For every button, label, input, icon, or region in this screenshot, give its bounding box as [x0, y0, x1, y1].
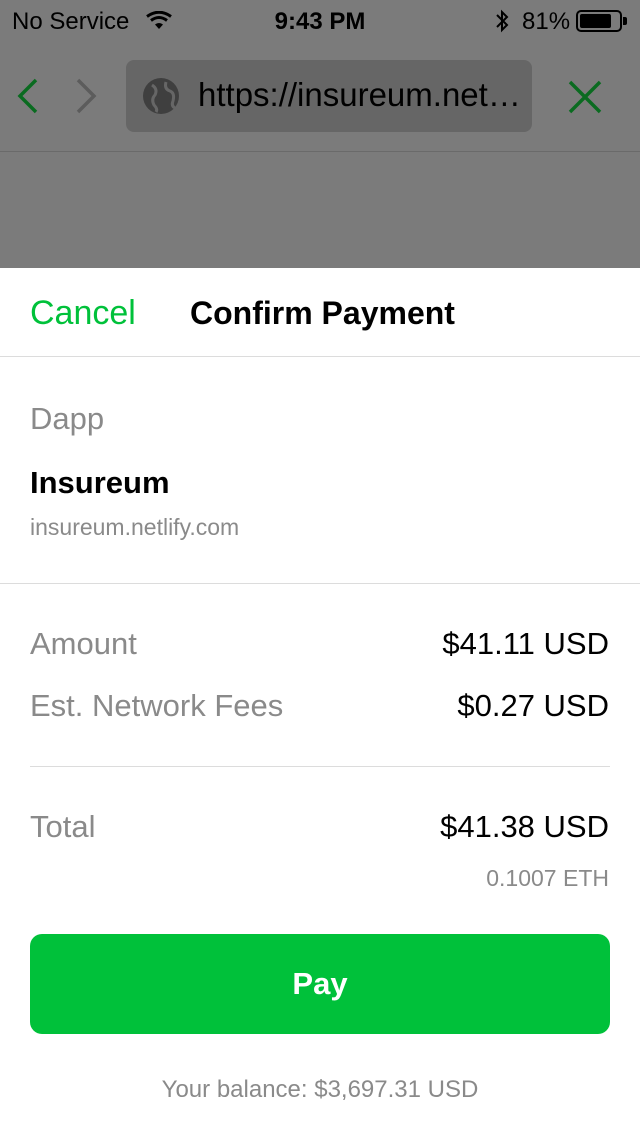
- battery-cap: [623, 17, 627, 25]
- dapp-label: Dapp: [30, 401, 105, 436]
- status-bar: No Service 9:43 PM 81%: [0, 0, 640, 40]
- battery-level: [580, 14, 611, 28]
- balance-text: Your balance: $3,697.31 USD: [161, 1076, 479, 1103]
- url-bar[interactable]: https://insureum.netlify.com: [126, 60, 532, 132]
- bluetooth-icon: [494, 9, 510, 40]
- network-fees-label: Est. Network Fees: [30, 688, 284, 723]
- divider: [30, 766, 610, 767]
- total-value: $41.38 USD: [440, 809, 609, 844]
- forward-arrow-icon[interactable]: [72, 76, 102, 121]
- network-fees-value: $0.27 USD: [457, 688, 609, 723]
- cancel-button[interactable]: Cancel: [30, 294, 136, 333]
- amount-value: $41.11 USD: [442, 626, 609, 661]
- dapp-domain: insureum.netlify.com: [30, 514, 240, 540]
- sheet-header: Cancel Confirm Payment: [0, 268, 640, 357]
- back-arrow-icon[interactable]: [12, 76, 42, 121]
- battery-percent: 81%: [522, 8, 571, 35]
- dapp-section: Dapp Insureum insureum.netlify.com: [0, 357, 640, 584]
- pay-button[interactable]: Pay: [30, 934, 610, 1034]
- battery-icon: [576, 10, 622, 32]
- browser-nav-bar: https://insureum.netlify.com: [0, 40, 640, 152]
- globe-icon: [142, 77, 180, 120]
- sheet-title: Confirm Payment: [190, 295, 455, 331]
- amount-label: Amount: [30, 626, 137, 661]
- close-icon[interactable]: [566, 78, 604, 121]
- payment-sheet: Cancel Confirm Payment Dapp Insureum ins…: [0, 268, 640, 1136]
- url-text[interactable]: https://insureum.netlify.com: [198, 76, 522, 114]
- dapp-name: Insureum: [30, 465, 170, 500]
- total-eth-value: 0.1007 ETH: [486, 865, 609, 891]
- total-label: Total: [30, 809, 96, 844]
